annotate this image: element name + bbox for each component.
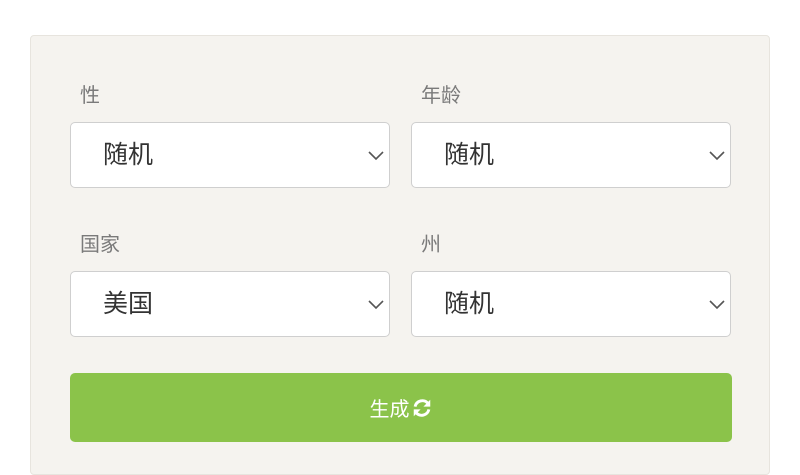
chevron-down-icon — [709, 151, 725, 161]
generate-button[interactable]: 生成 — [70, 373, 732, 442]
state-select[interactable]: 随机 — [411, 271, 731, 337]
gender-label: 性 — [80, 83, 100, 107]
age-select[interactable]: 随机 — [411, 122, 731, 188]
gender-select[interactable]: 随机 — [70, 122, 390, 188]
country-select-value: 美国 — [103, 289, 154, 318]
country-label: 国家 — [80, 232, 120, 256]
refresh-icon — [413, 398, 430, 417]
state-select-value: 随机 — [444, 289, 495, 318]
generator-form-panel: 性 随机 年龄 随机 国家 美国 州 随机 生成 — [30, 35, 770, 475]
age-label: 年龄 — [421, 83, 461, 107]
chevron-down-icon — [368, 151, 384, 161]
age-select-value: 随机 — [444, 140, 495, 169]
chevron-down-icon — [368, 300, 384, 310]
chevron-down-icon — [709, 300, 725, 310]
country-select[interactable]: 美国 — [70, 271, 390, 337]
gender-select-value: 随机 — [103, 140, 154, 169]
state-label: 州 — [421, 232, 441, 256]
generate-button-label: 生成 — [369, 397, 410, 421]
